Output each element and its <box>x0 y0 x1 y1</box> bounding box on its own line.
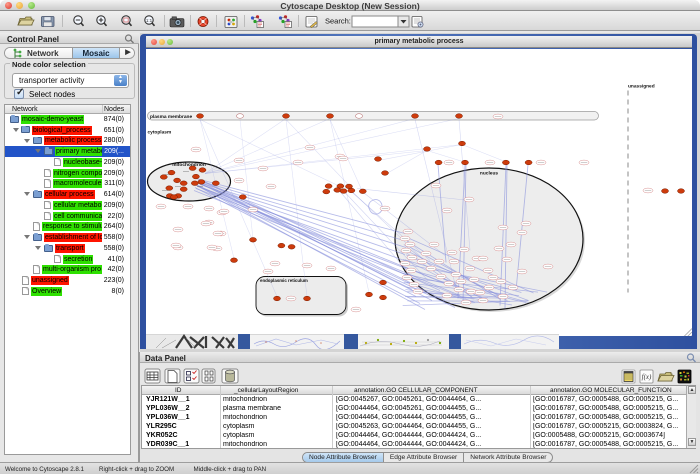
svg-text:plasma membrane: plasma membrane <box>150 114 192 120</box>
svg-text:f(x): f(x) <box>642 373 652 381</box>
svg-text:unassigned: unassigned <box>628 83 655 89</box>
svg-text:1:1: 1:1 <box>146 18 153 23</box>
svg-text:nucleus: nucleus <box>480 170 498 176</box>
svg-text:cytoplasm: cytoplasm <box>148 129 172 135</box>
svg-text:endoplasmic reticulum: endoplasmic reticulum <box>260 278 308 283</box>
svg-text:mitochondrion: mitochondrion <box>172 162 206 168</box>
svg-text:Search:: Search: <box>325 17 351 26</box>
